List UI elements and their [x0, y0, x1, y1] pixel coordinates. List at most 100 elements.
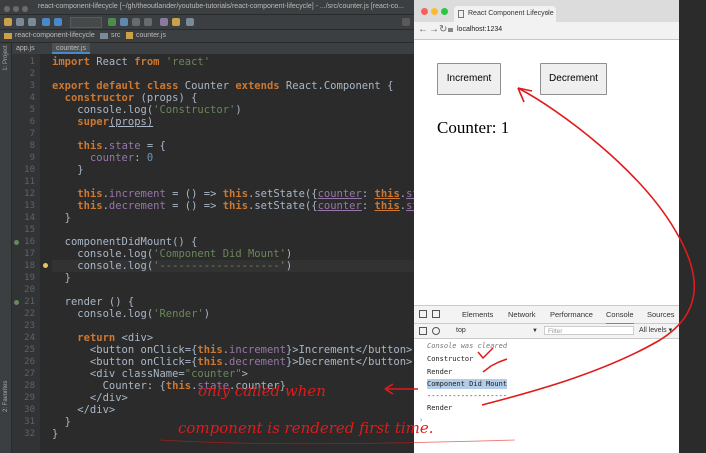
code-editor[interactable]: import React from 'react' export default …	[52, 54, 414, 453]
browser-tab[interactable]: React Component Lifecycle ×	[454, 6, 556, 22]
tab-sources[interactable]: Sources	[647, 310, 675, 320]
code-line[interactable]: <button onClick={this.decrement}>Decreme…	[52, 356, 412, 368]
code-line[interactable]: componentDidMount() {	[52, 236, 198, 248]
line-number: 21	[24, 297, 35, 307]
sync-icon[interactable]	[28, 18, 36, 26]
context-select[interactable]: top	[456, 326, 466, 336]
project-tool-label[interactable]: 1: Project	[3, 44, 9, 72]
zoom-dot-icon[interactable]	[441, 8, 448, 15]
run-icon[interactable]	[108, 18, 116, 26]
console-line: Render	[427, 368, 453, 376]
code-token: = () =>	[165, 200, 223, 212]
code-line[interactable]: Counter: {this.state.counter}	[52, 380, 286, 392]
override-marker-icon[interactable]	[14, 240, 19, 245]
prompt-icon[interactable]: ›	[419, 415, 423, 425]
code-line[interactable]: export default class Counter extends Rea…	[52, 80, 393, 92]
line-number: 11	[24, 177, 35, 187]
code-line[interactable]: counter: 0	[52, 152, 153, 164]
code-line[interactable]: }	[52, 272, 71, 284]
minimize-dot-icon[interactable]	[431, 8, 438, 15]
debug-icon[interactable]	[120, 18, 128, 26]
code-line[interactable]: }	[52, 212, 71, 224]
increment-button[interactable]: Increment	[437, 63, 501, 95]
code-line[interactable]: this.state = {	[52, 140, 166, 152]
code-token: = {	[140, 140, 166, 152]
code-line[interactable]: super(props)	[52, 116, 153, 128]
code-token: console.log(	[52, 308, 154, 320]
breadcrumb-project[interactable]: react-component-lifecycle	[15, 30, 95, 42]
tools-icon[interactable]	[172, 18, 180, 26]
clear-console-icon[interactable]	[432, 327, 440, 335]
code-token: :	[361, 188, 375, 200]
breadcrumb-src[interactable]: src	[111, 30, 120, 42]
back-arrow-icon[interactable]: ←	[418, 24, 428, 36]
ide-window: react-component-lifecycle [~/gh/theoutla…	[0, 0, 414, 453]
stop-icon[interactable]	[144, 18, 152, 26]
code-line[interactable]: }	[52, 416, 71, 428]
close-dot-icon[interactable]	[4, 6, 10, 12]
close-tab-icon[interactable]: ×	[545, 6, 550, 22]
code-line[interactable]: console.log('Render')	[52, 308, 210, 320]
code-line[interactable]: return <div>	[52, 332, 153, 344]
inspect-icon[interactable]	[419, 310, 427, 318]
show-sidebar-icon[interactable]	[419, 327, 427, 335]
line-number: 13	[24, 201, 35, 211]
search-icon[interactable]	[402, 18, 410, 26]
code-line[interactable]: this.decrement = () => this.setState({co…	[52, 200, 414, 212]
code-line[interactable]: console.log('Component Did Mount')	[52, 248, 292, 260]
code-line[interactable]: console.log('-------------------')	[52, 260, 414, 272]
settings-icon[interactable]	[186, 18, 194, 26]
desktop-background	[679, 0, 706, 453]
favorites-tool-label[interactable]: 2: Favorites	[3, 381, 9, 412]
tab-performance[interactable]: Performance	[550, 310, 593, 320]
coverage-icon[interactable]	[132, 18, 140, 26]
breadcrumb-file[interactable]: counter.js	[136, 30, 166, 42]
folder-icon[interactable]	[4, 18, 12, 26]
code-token: 'Constructor'	[153, 104, 236, 116]
code-token: this	[197, 344, 223, 356]
tab-app-js[interactable]: app.js	[12, 43, 39, 54]
back-icon[interactable]	[42, 18, 50, 26]
code-line[interactable]: console.log('Constructor')	[52, 104, 242, 116]
tab-console[interactable]: Console	[606, 310, 634, 325]
forward-icon[interactable]	[54, 18, 62, 26]
code-token: super	[77, 116, 109, 128]
code-line[interactable]: import React from 'react'	[52, 56, 210, 68]
code-line[interactable]: }	[52, 428, 58, 440]
page-content: Increment Decrement Counter: 1	[414, 40, 679, 295]
vcs-icon[interactable]	[160, 18, 168, 26]
code-token: .counter}	[229, 380, 286, 392]
forward-arrow-icon[interactable]: →	[429, 24, 439, 36]
reload-icon[interactable]: ↻	[439, 24, 447, 36]
code-line[interactable]: </div>	[52, 404, 115, 416]
url-field[interactable]: localhost:1234	[457, 25, 502, 35]
code-line[interactable]: render () {	[52, 296, 135, 308]
code-token: )	[235, 104, 242, 116]
tab-network[interactable]: Network	[508, 310, 536, 320]
code-line[interactable]: constructor (props) {	[52, 92, 198, 104]
code-token: )	[285, 260, 293, 272]
minimize-dot-icon[interactable]	[13, 6, 19, 12]
tab-elements[interactable]: Elements	[462, 310, 493, 320]
levels-select[interactable]: All levels ▾	[639, 326, 672, 336]
zoom-dot-icon[interactable]	[22, 6, 28, 12]
run-config-select[interactable]	[70, 17, 102, 28]
code-line[interactable]: <div className="counter">	[52, 368, 248, 380]
device-toolbar-icon[interactable]	[432, 310, 440, 318]
code-line[interactable]: </div>	[52, 392, 128, 404]
lightbulb-icon[interactable]	[43, 263, 48, 268]
code-line[interactable]: }	[52, 164, 83, 176]
filter-input[interactable]: Filter	[544, 326, 634, 335]
close-dot-icon[interactable]	[421, 8, 428, 15]
context-dropdown-icon[interactable]: ▼	[532, 326, 538, 336]
line-number: 15	[24, 225, 35, 235]
override-marker-icon[interactable]	[14, 300, 19, 305]
code-token: :	[134, 152, 147, 164]
code-line[interactable]: this.increment = () => this.setState({co…	[52, 188, 414, 200]
code-line[interactable]: <button onClick={this.increment}>Increme…	[52, 344, 412, 356]
decrement-button[interactable]: Decrement	[540, 63, 607, 95]
tab-counter-js[interactable]: counter.js	[52, 43, 90, 54]
save-icon[interactable]	[16, 18, 24, 26]
info-icon[interactable]	[448, 28, 453, 32]
